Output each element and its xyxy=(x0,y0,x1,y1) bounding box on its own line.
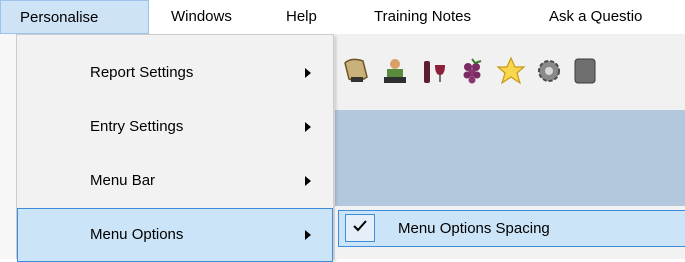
menu-bar: Personalise Windows Help Training Notes … xyxy=(0,0,685,35)
menu-training-notes[interactable]: Training Notes xyxy=(374,0,471,34)
menu-gutter xyxy=(0,34,16,259)
menu-item-menu-bar[interactable]: Menu Bar xyxy=(17,154,333,208)
scroll-icon[interactable] xyxy=(341,55,371,87)
content-band xyxy=(335,110,685,206)
star-icon[interactable] xyxy=(496,55,526,87)
submenu-arrow-icon xyxy=(305,68,311,78)
toolbar-button-partial-icon[interactable] xyxy=(573,55,603,87)
gear-icon[interactable] xyxy=(534,55,564,87)
menu-windows[interactable]: Windows xyxy=(171,0,232,34)
menu-item-menu-options[interactable]: Menu Options xyxy=(17,208,333,262)
submenu-arrow-icon xyxy=(305,176,311,186)
toolbar xyxy=(335,35,685,110)
menu-item-entry-settings[interactable]: Entry Settings xyxy=(17,100,333,154)
menu-item-label: Menu Bar xyxy=(90,172,156,189)
menu-help[interactable]: Help xyxy=(286,0,317,34)
submenu-item-label: Menu Options Spacing xyxy=(398,220,550,237)
submenu-arrow-icon xyxy=(305,230,311,240)
menu-personalise[interactable]: Personalise xyxy=(0,0,149,34)
reader-icon[interactable] xyxy=(380,55,410,87)
personalise-dropdown: Report Settings Entry Settings Menu Bar … xyxy=(16,34,334,262)
grapes-icon[interactable] xyxy=(457,55,487,87)
menu-item-label: Report Settings xyxy=(90,64,194,81)
checkmark-box xyxy=(345,214,375,242)
submenu-arrow-icon xyxy=(305,122,311,132)
menu-item-report-settings[interactable]: Report Settings xyxy=(17,46,333,100)
submenu-item-menu-options-spacing[interactable]: Menu Options Spacing xyxy=(338,210,685,247)
menu-item-label: Entry Settings xyxy=(90,118,184,135)
wine-bottle-glass-icon[interactable] xyxy=(419,55,449,87)
menu-ask-a-question[interactable]: Ask a Questio xyxy=(549,0,642,34)
menu-options-submenu: Menu Options Spacing xyxy=(334,206,685,259)
menu-item-label: Menu Options xyxy=(90,226,184,243)
checkmark-icon xyxy=(353,220,367,232)
